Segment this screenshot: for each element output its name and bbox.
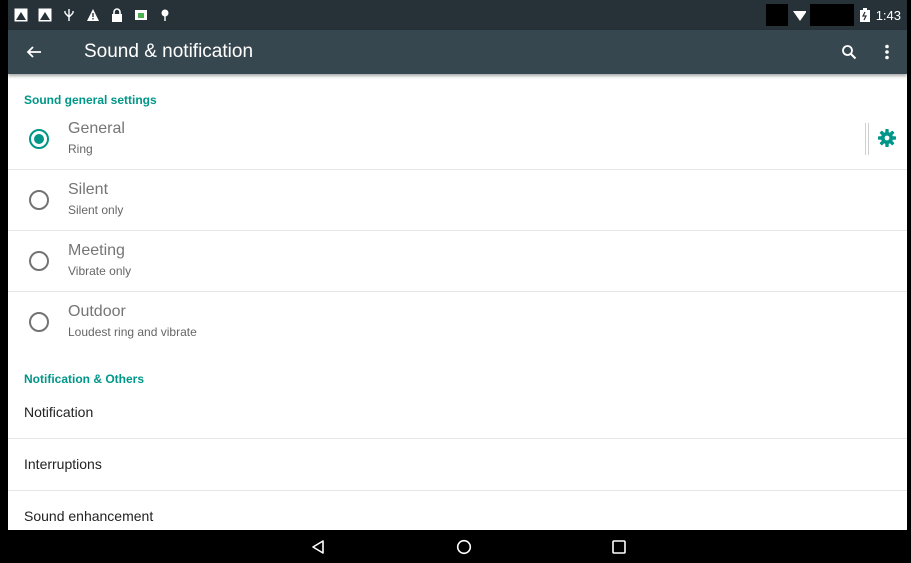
search-button[interactable] bbox=[835, 30, 863, 74]
page-title: Sound & notification bbox=[84, 41, 254, 62]
profile-subtitle: Silent only bbox=[68, 203, 124, 217]
vertical-divider bbox=[865, 123, 869, 155]
profile-title: Meeting bbox=[68, 242, 125, 259]
screen-frame-left bbox=[0, 0, 8, 563]
profile-row-meeting[interactable]: Meeting Vibrate only bbox=[8, 231, 907, 292]
profile-title: Silent bbox=[68, 181, 109, 198]
profile-settings-button[interactable] bbox=[875, 126, 899, 150]
image-icon bbox=[38, 8, 52, 22]
warning-icon bbox=[86, 8, 100, 22]
radio-button-silent[interactable] bbox=[29, 190, 49, 210]
android-icon bbox=[134, 8, 148, 22]
nav-recents-button[interactable] bbox=[599, 530, 639, 563]
arrow-back-icon bbox=[26, 46, 41, 58]
lock-icon bbox=[110, 8, 124, 22]
profile-title: General bbox=[68, 120, 125, 137]
radio-button-meeting[interactable] bbox=[29, 251, 49, 271]
nav-recents-icon bbox=[612, 539, 626, 554]
navigation-bar bbox=[0, 530, 911, 563]
nav-back-button[interactable] bbox=[298, 530, 338, 563]
status-bar: 1:43 bbox=[8, 0, 907, 30]
profile-row-outdoor[interactable]: Outdoor Loudest ring and vibrate bbox=[8, 292, 907, 353]
app-bar: Sound & notification bbox=[8, 30, 907, 74]
battery-icon bbox=[858, 8, 872, 22]
section-header-sound-general: Sound general settings bbox=[24, 93, 157, 107]
usb-icon bbox=[62, 8, 76, 22]
list-item-interruptions[interactable]: Interruptions bbox=[8, 439, 907, 491]
status-icons-left bbox=[8, 8, 172, 22]
search-icon bbox=[842, 45, 857, 60]
image-icon bbox=[14, 8, 28, 22]
profile-row-silent[interactable]: Silent Silent only bbox=[8, 170, 907, 231]
redacted-block bbox=[765, 4, 788, 26]
gear-icon bbox=[878, 129, 896, 147]
profile-title: Outdoor bbox=[68, 303, 126, 320]
status-time: 1:43 bbox=[875, 7, 901, 23]
list-item-sound-enhancement[interactable]: Sound enhancement bbox=[8, 491, 907, 530]
profile-subtitle: Vibrate only bbox=[68, 264, 132, 278]
profile-row-general[interactable]: General Ring bbox=[8, 109, 907, 170]
nav-home-button[interactable] bbox=[444, 530, 484, 563]
list-item-label: Notification bbox=[24, 404, 94, 420]
more-options-button[interactable] bbox=[873, 30, 901, 74]
more-vert-icon bbox=[885, 44, 889, 60]
redacted-block bbox=[809, 4, 854, 26]
wifi-icon bbox=[792, 8, 806, 22]
radio-button-outdoor[interactable] bbox=[29, 312, 49, 332]
status-icons-right: 1:43 bbox=[765, 0, 901, 30]
screen-frame-right bbox=[907, 0, 911, 563]
settings-content: Sound general settings General Ring Sile… bbox=[8, 74, 907, 530]
section-header-notification-others: Notification & Others bbox=[24, 372, 145, 386]
profile-subtitle: Ring bbox=[68, 142, 93, 156]
back-button[interactable] bbox=[8, 30, 60, 74]
radio-button-general[interactable] bbox=[29, 129, 49, 149]
nav-home-icon bbox=[456, 539, 472, 554]
pin-icon bbox=[158, 8, 172, 22]
profile-subtitle: Loudest ring and vibrate bbox=[68, 325, 197, 339]
list-item-label: Sound enhancement bbox=[24, 508, 154, 524]
app-bar-actions bbox=[835, 30, 901, 74]
list-item-notification[interactable]: Notification bbox=[8, 387, 907, 439]
list-item-label: Interruptions bbox=[24, 456, 102, 472]
nav-back-icon bbox=[312, 539, 324, 554]
